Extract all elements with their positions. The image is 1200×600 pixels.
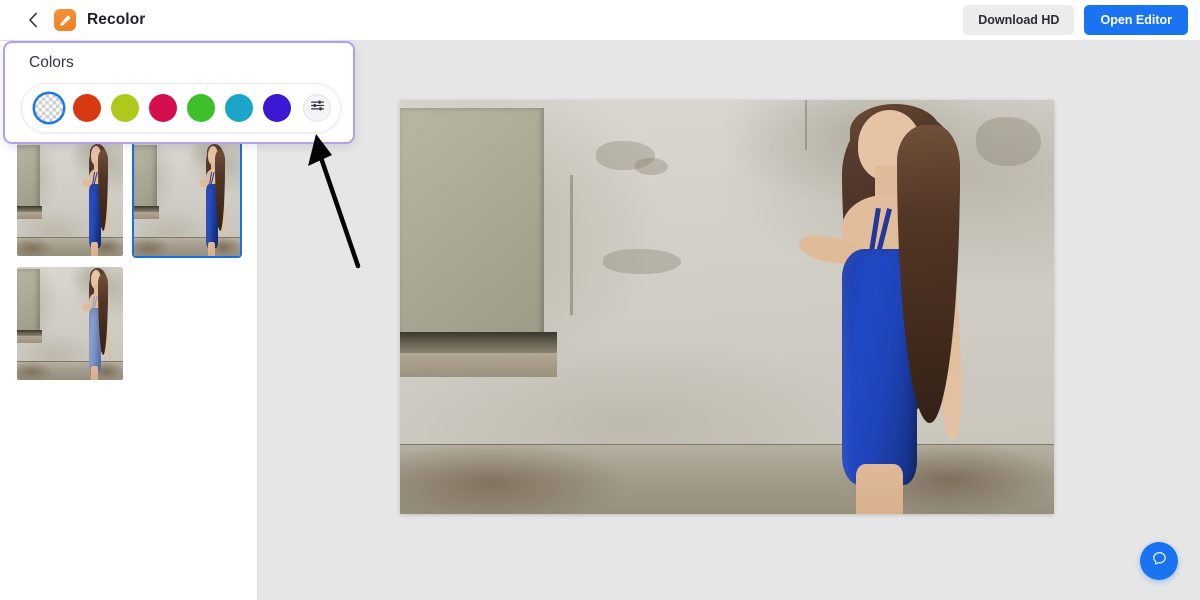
thumbnail-1[interactable] <box>15 141 125 258</box>
image-canvas <box>259 41 1200 600</box>
chevron-left-icon <box>28 12 39 28</box>
color-swatch-red-orange[interactable] <box>73 94 101 122</box>
color-swatch-violet-blue[interactable] <box>263 94 291 122</box>
color-swatch-cyan-blue[interactable] <box>225 94 253 122</box>
colors-panel: Colors <box>3 41 355 144</box>
thumbnail-3-image <box>17 267 123 380</box>
back-button[interactable] <box>18 5 48 35</box>
paint-brush-icon <box>54 9 76 31</box>
colors-panel-title: Colors <box>29 54 74 71</box>
chat-bubble-icon <box>1151 550 1168 572</box>
recolor-app: Recolor Download HD Open Editor Colors <box>0 0 1200 600</box>
help-chat-button[interactable] <box>1140 542 1178 580</box>
open-editor-button[interactable]: Open Editor <box>1084 5 1188 35</box>
color-swatch-green[interactable] <box>187 94 215 122</box>
color-swatch-bar <box>21 83 341 133</box>
app-header: Recolor Download HD Open Editor <box>0 0 1200 41</box>
header-actions: Download HD Open Editor <box>963 5 1188 35</box>
color-settings-button[interactable] <box>303 94 331 122</box>
app-title: Recolor <box>87 11 146 28</box>
brand: Recolor <box>54 9 145 31</box>
color-swatch-crimson-pink[interactable] <box>149 94 177 122</box>
sliders-icon <box>310 98 325 118</box>
main-preview-image[interactable] <box>400 100 1054 514</box>
thumbnail-list <box>15 141 255 382</box>
thumbnail-2-image <box>134 143 240 256</box>
color-swatch-yellow-green[interactable] <box>111 94 139 122</box>
thumbnail-2[interactable] <box>132 141 242 258</box>
thumbnail-1-image <box>17 143 123 256</box>
color-swatch-transparent[interactable] <box>35 94 63 122</box>
thumbnail-3[interactable] <box>15 265 125 382</box>
download-hd-button[interactable]: Download HD <box>963 5 1075 35</box>
